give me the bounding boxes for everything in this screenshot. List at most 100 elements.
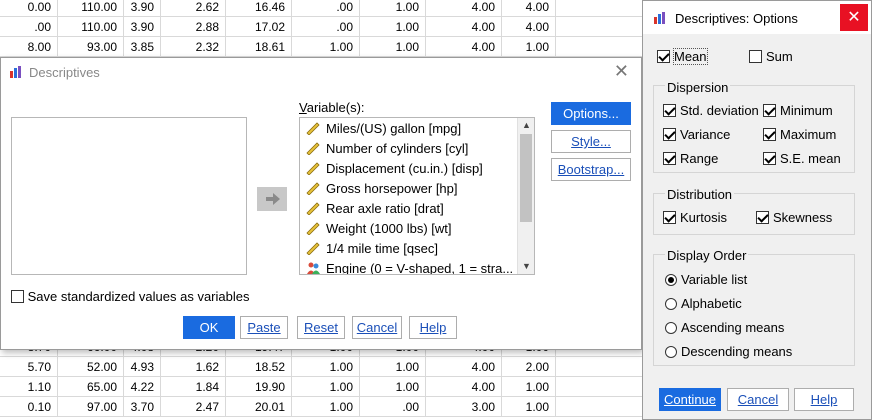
grid-cell[interactable]: 110.00 [58, 17, 124, 37]
variable-item[interactable]: Gross horsepower [hp] [306, 179, 458, 199]
grid-cell[interactable]: 4.00 [426, 357, 502, 377]
grid-cell[interactable]: 17.02 [226, 17, 292, 37]
grid-cell[interactable]: 93.00 [58, 37, 124, 57]
se-mean-checkbox[interactable]: S.E. mean [763, 151, 841, 166]
variable-item[interactable]: 1/4 mile time [qsec] [306, 239, 438, 259]
grid-cell[interactable]: 65.00 [58, 377, 124, 397]
ascending-means-radio[interactable]: Ascending means [665, 320, 784, 335]
grid-cell[interactable]: 19.90 [226, 377, 292, 397]
grid-cell[interactable]: 20.01 [226, 397, 292, 417]
grid-cell[interactable]: 2.32 [161, 37, 226, 57]
variance-box[interactable] [663, 128, 676, 141]
paste-button[interactable]: Paste [240, 316, 288, 339]
mean-checkbox[interactable]: Mean [657, 48, 708, 65]
variable-list-dot[interactable] [665, 274, 677, 286]
std-deviation-checkbox[interactable]: Std. deviation [663, 103, 759, 118]
variable-list-radio[interactable]: Variable list [665, 272, 747, 287]
continue-button[interactable]: Continue [659, 388, 721, 411]
grid-cell[interactable]: 2.88 [161, 17, 226, 37]
grid-cell[interactable]: 3.90 [124, 17, 161, 37]
grid-cell[interactable]: 1.00 [360, 17, 426, 37]
variables-list[interactable]: Miles/(US) gallon [mpg] Number of cylinde… [299, 117, 535, 275]
skewness-box[interactable] [756, 211, 769, 224]
scroll-up-icon[interactable]: ▲ [518, 118, 534, 133]
cancel-button[interactable]: Cancel [352, 316, 402, 339]
grid-cell[interactable]: 8.00 [0, 37, 58, 57]
bootstrap-button[interactable]: Bootstrap... [551, 158, 631, 181]
grid-cell[interactable]: .00 [292, 0, 360, 17]
variance-checkbox[interactable]: Variance [663, 127, 730, 142]
grid-cell[interactable]: 18.52 [226, 357, 292, 377]
kurtosis-checkbox[interactable]: Kurtosis [663, 210, 727, 225]
source-variable-list[interactable] [11, 117, 247, 275]
grid-cell[interactable]: 5.70 [0, 357, 58, 377]
grid-cell[interactable]: 1.00 [292, 397, 360, 417]
range-checkbox[interactable]: Range [663, 151, 718, 166]
maximum-checkbox[interactable]: Maximum [763, 127, 836, 142]
mean-box[interactable] [657, 50, 670, 63]
se-mean-box[interactable] [763, 152, 776, 165]
ascending-means-dot[interactable] [665, 322, 677, 334]
grid-cell[interactable]: 1.00 [360, 377, 426, 397]
grid-cell[interactable]: 0.00 [0, 0, 58, 17]
grid-cell[interactable]: 1.00 [502, 397, 556, 417]
range-box[interactable] [663, 152, 676, 165]
grid-cell[interactable]: .00 [292, 17, 360, 37]
kurtosis-box[interactable] [663, 211, 676, 224]
grid-cell[interactable]: 3.00 [426, 397, 502, 417]
grid-cell[interactable]: 1.00 [292, 377, 360, 397]
grid-cell[interactable]: 2.00 [502, 357, 556, 377]
scroll-down-icon[interactable]: ▼ [518, 259, 534, 274]
grid-cell[interactable]: 3.90 [124, 0, 161, 17]
grid-cell[interactable]: 1.62 [161, 357, 226, 377]
grid-cell[interactable]: 1.00 [502, 377, 556, 397]
grid-cell[interactable]: 1.84 [161, 377, 226, 397]
variable-item[interactable]: Rear axle ratio [drat] [306, 199, 444, 219]
options-button[interactable]: Options... [551, 102, 631, 125]
grid-cell[interactable]: 3.85 [124, 37, 161, 57]
scrollbar-thumb[interactable] [520, 134, 532, 222]
grid-cell[interactable]: 4.00 [426, 0, 502, 17]
grid-cell[interactable]: 0.10 [0, 397, 58, 417]
sum-checkbox[interactable]: Sum [749, 49, 793, 64]
variable-item[interactable]: Displacement (cu.in.) [disp] [306, 159, 483, 179]
grid-cell[interactable]: 52.00 [58, 357, 124, 377]
grid-cell[interactable]: 4.00 [426, 37, 502, 57]
reset-button[interactable]: Reset [297, 316, 345, 339]
minimum-box[interactable] [763, 104, 776, 117]
grid-cell[interactable]: 110.00 [58, 0, 124, 17]
close-icon[interactable]: ✕ [840, 4, 868, 31]
grid-cell[interactable]: 1.00 [502, 37, 556, 57]
grid-cell[interactable]: 1.10 [0, 377, 58, 397]
grid-cell[interactable]: 4.93 [124, 357, 161, 377]
save-standardized-checkbox[interactable]: Save standardized values as variables [11, 289, 249, 304]
grid-cell[interactable]: 2.62 [161, 0, 226, 17]
grid-cell[interactable]: .00 [0, 17, 58, 37]
grid-cell[interactable]: 1.00 [360, 0, 426, 17]
help-button[interactable]: Help [409, 316, 457, 339]
alphabetic-dot[interactable] [665, 298, 677, 310]
ok-button[interactable]: OK [183, 316, 235, 339]
options-cancel-button[interactable]: Cancel [727, 388, 789, 411]
std-deviation-box[interactable] [663, 104, 676, 117]
grid-cell[interactable]: 2.47 [161, 397, 226, 417]
grid-cell[interactable]: 16.46 [226, 0, 292, 17]
descending-means-radio[interactable]: Descending means [665, 344, 792, 359]
grid-cell[interactable]: 1.00 [360, 357, 426, 377]
variable-item[interactable]: Weight (1000 lbs) [wt] [306, 219, 451, 239]
options-help-button[interactable]: Help [794, 388, 854, 411]
descending-means-dot[interactable] [665, 346, 677, 358]
grid-cell[interactable]: 4.00 [426, 377, 502, 397]
variables-scrollbar[interactable]: ▲ ▼ [517, 118, 534, 274]
grid-cell[interactable]: 4.00 [502, 0, 556, 17]
skewness-checkbox[interactable]: Skewness [756, 210, 832, 225]
variable-item[interactable]: Miles/(US) gallon [mpg] [306, 119, 461, 139]
grid-cell[interactable]: 3.70 [124, 397, 161, 417]
maximum-box[interactable] [763, 128, 776, 141]
alphabetic-radio[interactable]: Alphabetic [665, 296, 742, 311]
grid-cell[interactable]: 1.00 [292, 357, 360, 377]
grid-cell[interactable]: 4.00 [502, 17, 556, 37]
minimum-checkbox[interactable]: Minimum [763, 103, 833, 118]
close-icon[interactable]: ✕ [614, 61, 629, 82]
sum-box[interactable] [749, 50, 762, 63]
